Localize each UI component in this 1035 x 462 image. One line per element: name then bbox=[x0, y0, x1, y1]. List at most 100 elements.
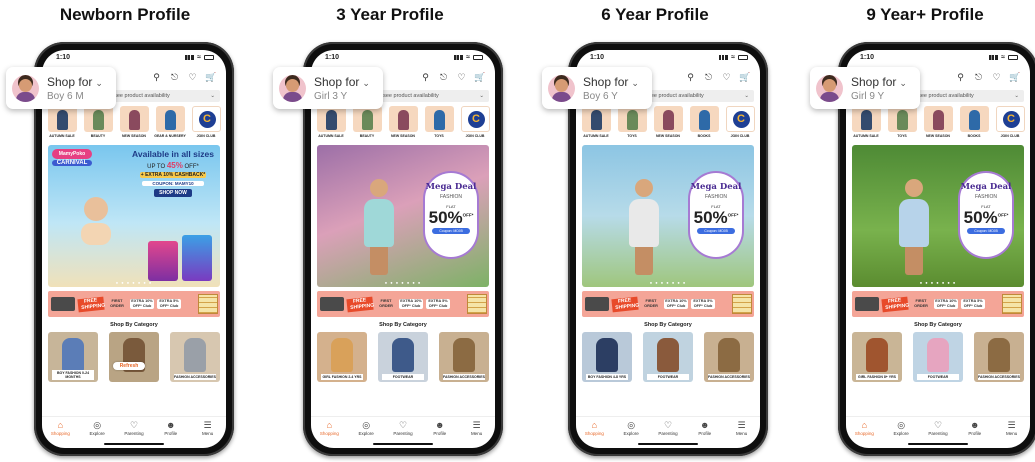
shipping-strip[interactable]: FREE SHIPPING FIRST ORDER EXTRA 10% OFF*… bbox=[852, 291, 1024, 317]
tab-shopping[interactable]: ⌂ Shopping bbox=[579, 420, 609, 442]
carousel-dots[interactable]: ● ● ● ● ● ● ● bbox=[582, 280, 754, 285]
search-icon[interactable]: ⚲ bbox=[151, 72, 162, 83]
category-tile[interactable]: FASHION ACCESSORIES bbox=[974, 332, 1024, 382]
shop-by-category-heading: Shop By Category bbox=[914, 322, 962, 328]
category-tile[interactable]: GIRL FASHION 8+ YRS bbox=[852, 332, 902, 382]
shop-now-button[interactable]: SHOP NOW bbox=[154, 189, 192, 197]
tab-parenting[interactable]: ♡ Parenting bbox=[388, 420, 418, 442]
tile-label: FOOTWEAR bbox=[382, 373, 424, 380]
tab-label: Explore bbox=[358, 431, 374, 436]
offer-one-label: EXTRA 10% OFF* Club bbox=[934, 299, 958, 309]
category-item[interactable]: NEW SEASON bbox=[388, 106, 418, 142]
notification-icon[interactable]: ⎋ bbox=[169, 72, 180, 83]
category-item[interactable]: C JOIN CLUB bbox=[725, 106, 755, 142]
tab-explore[interactable]: ◎ Explore bbox=[616, 420, 646, 442]
category-item[interactable]: AUTUMN SALE bbox=[316, 106, 346, 142]
tab-parenting[interactable]: ♡ Parenting bbox=[923, 420, 953, 442]
tab-menu[interactable]: ☰ Menu bbox=[193, 420, 223, 442]
category-item[interactable]: TOYS bbox=[887, 106, 917, 142]
cart-icon[interactable]: 🛒 bbox=[1009, 72, 1020, 83]
notification-icon[interactable]: ⎋ bbox=[973, 72, 984, 83]
wishlist-icon[interactable]: ♡ bbox=[721, 72, 732, 83]
category-item[interactable]: BEAUTY bbox=[352, 106, 382, 142]
refresh-button[interactable]: Refresh bbox=[113, 362, 145, 370]
tab-shopping[interactable]: ⌂ Shopping bbox=[314, 420, 344, 442]
category-tile[interactable]: BOY FASHION 4-8 YRS bbox=[582, 332, 632, 382]
category-item[interactable]: C JOIN CLUB bbox=[995, 106, 1025, 142]
category-tile[interactable]: GIRL FASHION 2-4 YRS bbox=[317, 332, 367, 382]
battery-icon bbox=[204, 54, 214, 60]
tab-profile[interactable]: ☻ Profile bbox=[425, 420, 455, 442]
category-item[interactable]: NEW SEASON bbox=[923, 106, 953, 142]
calendar-grid-icon bbox=[1002, 294, 1022, 314]
tab-profile[interactable]: ☻ Profile bbox=[690, 420, 720, 442]
carousel-dots[interactable]: ● ● ● ● ● ● ● bbox=[48, 280, 220, 285]
tab-profile[interactable]: ☻ Profile bbox=[156, 420, 186, 442]
promo-banner[interactable]: Mega Deal FASHION FLAT 50%OFF* Coupon: MD05 ●… bbox=[317, 145, 489, 287]
category-tile[interactable]: FASHION ACCESSORIES bbox=[439, 332, 489, 382]
profile-sub-label: Boy 6 M bbox=[47, 90, 84, 102]
cart-icon[interactable]: 🛒 bbox=[739, 72, 750, 83]
category-item[interactable]: AUTUMN SALE bbox=[581, 106, 611, 142]
shop-for-selector[interactable]: Shop for ⌄ Boy 6 Y bbox=[542, 67, 652, 109]
carousel-dots[interactable]: ● ● ● ● ● ● ● bbox=[852, 280, 1024, 285]
cart-icon[interactable]: 🛒 bbox=[474, 72, 485, 83]
shipping-strip[interactable]: FREE SHIPPING FIRST ORDER EXTRA 10% OFF*… bbox=[48, 291, 220, 317]
tab-shopping[interactable]: ⌂ Shopping bbox=[45, 420, 75, 442]
tab-shopping[interactable]: ⌂ Shopping bbox=[849, 420, 879, 442]
shipping-strip[interactable]: FREE SHIPPING FIRST ORDER EXTRA 10% OFF*… bbox=[582, 291, 754, 317]
category-item[interactable]: NEW SEASON bbox=[119, 106, 149, 142]
tab-explore[interactable]: ◎ Explore bbox=[886, 420, 916, 442]
category-tile[interactable]: Refresh bbox=[109, 332, 159, 382]
search-icon[interactable]: ⚲ bbox=[955, 72, 966, 83]
category-item[interactable]: BOOKS bbox=[959, 106, 989, 142]
tab-label: Parenting bbox=[658, 431, 678, 436]
tab-menu[interactable]: ☰ Menu bbox=[997, 420, 1027, 442]
category-item[interactable]: GEAR & NURSERY bbox=[154, 106, 186, 142]
category-tile[interactable]: FASHION ACCESSORIES bbox=[704, 332, 754, 382]
category-item[interactable]: NEW SEASON bbox=[653, 106, 683, 142]
tab-menu[interactable]: ☰ Menu bbox=[462, 420, 492, 442]
shop-for-selector[interactable]: Shop for ⌄ Girl 3 Y bbox=[273, 67, 383, 109]
status-bar: 1:10 ≈ bbox=[311, 50, 495, 64]
category-item[interactable]: BOOKS bbox=[689, 106, 719, 142]
category-tile[interactable]: FASHION ACCESSORIES bbox=[170, 332, 220, 382]
notification-icon[interactable]: ⎋ bbox=[703, 72, 714, 83]
category-tile[interactable]: FOOTWEAR bbox=[378, 332, 428, 382]
category-tile[interactable]: FOOTWEAR bbox=[913, 332, 963, 382]
wishlist-icon[interactable]: ♡ bbox=[456, 72, 467, 83]
category-item[interactable]: TOYS bbox=[424, 106, 454, 142]
tab-parenting[interactable]: ♡ Parenting bbox=[653, 420, 683, 442]
notification-icon[interactable]: ⎋ bbox=[438, 72, 449, 83]
category-item[interactable]: TOYS bbox=[617, 106, 647, 142]
category-item[interactable]: BEAUTY bbox=[83, 106, 113, 142]
category-item[interactable]: C JOIN CLUB bbox=[191, 106, 221, 142]
promo-banner[interactable]: MamyPoko CARNIVAL Available in all sizes UP… bbox=[48, 145, 220, 287]
category-tile[interactable]: BOY FASHION 0-24 MONTHS bbox=[48, 332, 98, 382]
category-item[interactable]: AUTUMN SALE bbox=[47, 106, 77, 142]
category-thumbnail bbox=[83, 106, 113, 132]
category-tile[interactable]: FOOTWEAR bbox=[643, 332, 693, 382]
search-icon[interactable]: ⚲ bbox=[685, 72, 696, 83]
promo-banner[interactable]: Mega Deal FASHION FLAT 50%OFF* Coupon: MD05 ●… bbox=[582, 145, 754, 287]
tab-menu[interactable]: ☰ Menu bbox=[727, 420, 757, 442]
wishlist-icon[interactable]: ♡ bbox=[991, 72, 1002, 83]
tab-parenting[interactable]: ♡ Parenting bbox=[119, 420, 149, 442]
tab-explore[interactable]: ◎ Explore bbox=[351, 420, 381, 442]
tab-profile[interactable]: ☻ Profile bbox=[960, 420, 990, 442]
search-icon[interactable]: ⚲ bbox=[420, 72, 431, 83]
chevron-down-icon: ⌄ bbox=[95, 77, 103, 88]
wishlist-icon[interactable]: ♡ bbox=[187, 72, 198, 83]
profile-column: 3 Year Profile 1:10 ≈ ⚲ ⎋ ♡ 🛒 to see pro… bbox=[265, 0, 515, 462]
category-item[interactable]: C JOIN CLUB bbox=[460, 106, 490, 142]
promo-banner[interactable]: Mega Deal FASHION FLAT 50%OFF* Coupon: MD05 ●… bbox=[852, 145, 1024, 287]
shop-for-selector[interactable]: Shop for ⌄ Boy 6 M bbox=[6, 67, 116, 109]
tab-explore[interactable]: ◎ Explore bbox=[82, 420, 112, 442]
explore-icon: ◎ bbox=[93, 420, 102, 430]
cart-icon[interactable]: 🛒 bbox=[205, 72, 216, 83]
tile-photo bbox=[453, 338, 475, 372]
carousel-dots[interactable]: ● ● ● ● ● ● ● bbox=[317, 280, 489, 285]
category-item[interactable]: AUTUMN SALE bbox=[851, 106, 881, 142]
shipping-strip[interactable]: FREE SHIPPING FIRST ORDER EXTRA 10% OFF*… bbox=[317, 291, 489, 317]
shop-for-selector[interactable]: Shop for ⌄ Girl 9 Y bbox=[810, 67, 920, 109]
